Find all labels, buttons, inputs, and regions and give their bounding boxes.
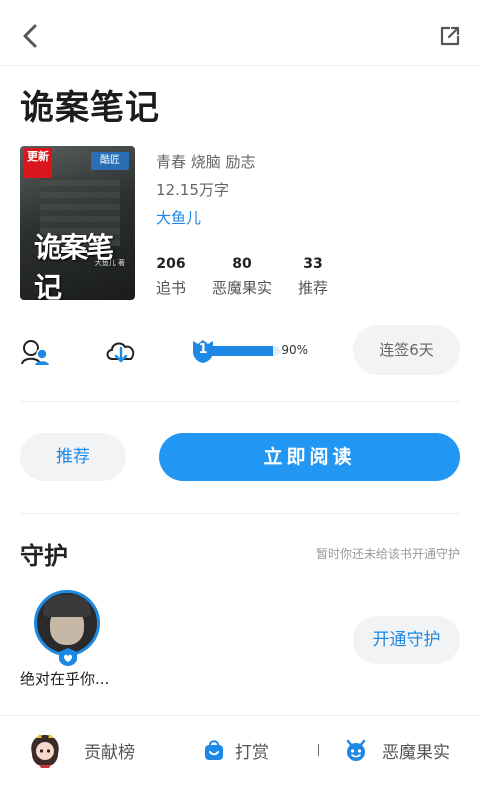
book-title: 诡案笔记 (20, 88, 160, 128)
divider (20, 513, 460, 514)
fans-button[interactable] (20, 338, 54, 366)
contribution-label: 贡献榜 (84, 742, 135, 763)
cover-publisher-logo: 酷匠 (91, 152, 129, 170)
download-button[interactable] (104, 337, 138, 365)
avatar-hood (43, 595, 91, 617)
book-meta: 青春 烧脑 励志 12.15万字 大鱼儿 (156, 148, 256, 232)
book-tags: 青春 烧脑 励志 (156, 153, 256, 171)
cover-update-badge: 更新 (24, 148, 52, 178)
back-arrow-icon (23, 24, 37, 48)
recommend-button[interactable]: 推荐 (20, 433, 126, 481)
open-guard-button[interactable]: 开通守护 (353, 616, 460, 664)
devil-fruit-icon (346, 739, 366, 761)
stat-value: 206 (156, 256, 186, 272)
fan-level[interactable]: 1 90% (190, 338, 310, 364)
book-cover[interactable]: 更新 酷匠 诡案笔记 大鱼儿 著 (20, 146, 135, 300)
action-row: 1 90% 连签6天 (0, 325, 480, 377)
fans-icon (21, 340, 49, 365)
book-stats: 206 追书 80 恶魔果实 33 推荐 (156, 255, 354, 303)
devil-fruit-button[interactable]: 恶魔果实 (344, 732, 450, 768)
bottom-bar: 贡献榜 打赏 恶魔果实 (0, 715, 480, 800)
stat-recommend[interactable]: 33 推荐 (298, 255, 328, 303)
level-progress-fill (212, 346, 274, 356)
checkin-button[interactable]: 连签6天 (353, 325, 460, 375)
stat-label: 追书 (156, 279, 187, 297)
fan-badge-icon (59, 648, 77, 666)
bottom-separator (318, 744, 319, 756)
cover-author: 大鱼儿 著 (94, 259, 125, 267)
contribution-avatar-icon (31, 734, 59, 768)
devil-fruit-label: 恶魔果实 (382, 742, 450, 763)
stat-label: 恶魔果实 (212, 279, 273, 297)
top-bar (0, 0, 480, 66)
book-author-link[interactable]: 大鱼儿 (156, 204, 256, 232)
divider (20, 401, 460, 402)
stat-value: 80 (232, 256, 252, 272)
back-button[interactable] (14, 20, 46, 52)
guardian-name: 绝对在乎你... (20, 670, 110, 688)
read-now-button[interactable]: 立即阅读 (159, 433, 460, 481)
reward-bag-icon (205, 740, 223, 760)
book-word-count: 12.15万字 (156, 181, 229, 199)
level-percent: 90% (281, 343, 308, 357)
share-button[interactable] (436, 22, 464, 50)
guard-tip: 暂时你还未给该书开通守护 (315, 547, 460, 561)
stat-follow[interactable]: 206 追书 (156, 255, 186, 303)
reward-button[interactable]: 打赏 (203, 732, 269, 768)
reward-label: 打赏 (235, 742, 269, 763)
stat-label: 推荐 (298, 279, 329, 297)
guard-section-title: 守护 (20, 542, 68, 570)
stat-devil-fruit[interactable]: 80 恶魔果实 (212, 255, 272, 303)
contribution-rank-button[interactable]: 贡献榜 (28, 732, 135, 768)
level-number: 1 (198, 342, 208, 357)
stat-value: 33 (303, 256, 323, 272)
share-icon (440, 26, 460, 46)
download-cloud-icon (106, 342, 135, 363)
